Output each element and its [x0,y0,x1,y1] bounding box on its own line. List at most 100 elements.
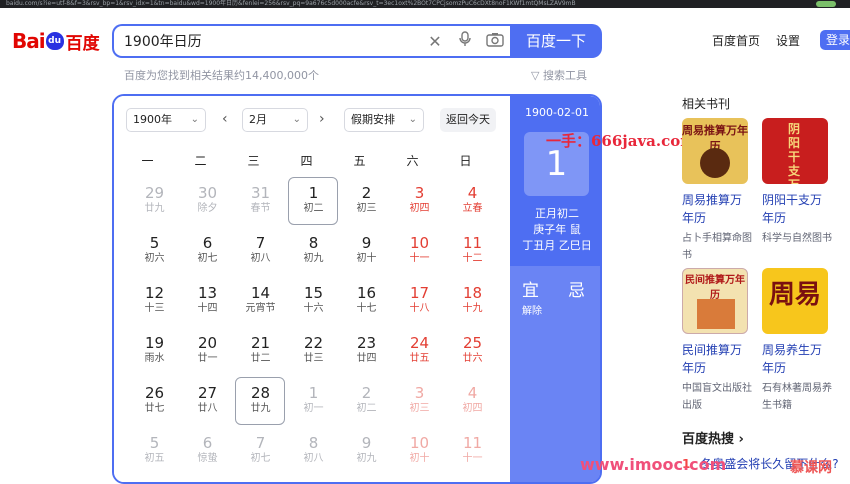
day-number: 27 [197,384,218,402]
book-name[interactable]: 周易养生万年历 [762,341,832,377]
next-month-icon[interactable]: › [319,111,325,127]
calendar-day-cell[interactable]: 7 初八 [234,226,287,276]
book-card[interactable]: 周易推算万年历 周易推算万年历 占卜手相算命图书 [682,118,754,264]
lunar-day: 立春 [462,203,483,214]
day-number: 3 [414,184,425,202]
book-cover[interactable]: 周易推算万年历 [682,118,748,184]
calendar-day-cell[interactable]: 2 初三 [340,176,393,226]
calendar-day-cell[interactable]: 4 初四 [446,376,499,426]
calendar-day-cell[interactable]: 11 十二 [446,226,499,276]
calendar-day-cell[interactable]: 9 初十 [340,226,393,276]
calendar-day-cell[interactable]: 27 廿八 [181,376,234,426]
lunar-day: 廿九 [144,203,165,214]
day-number: 2 [361,384,372,402]
browser-address-bar[interactable]: baidu.com/s?ie=utf-8&f=3&rsv_bp=1&rsv_id… [0,0,850,8]
weekday: 三 [247,154,260,168]
lunar-day: 初九 [356,453,377,464]
search-input[interactable]: 1900年日历 [124,31,420,51]
chevron-down-icon: ⌄ [292,114,301,125]
calendar-day-cell[interactable]: 6 惊蛰 [181,426,234,476]
calendar-day-cell[interactable]: 1 初一 [287,376,340,426]
calendar-day-cell[interactable]: 30 除夕 [181,176,234,226]
calendar-day-cell[interactable]: 14 元宵节 [234,276,287,326]
book-cover-art [700,148,730,178]
login-button[interactable]: 登录 [820,30,850,50]
holiday-select[interactable]: 假期安排 ⌄ [344,108,424,132]
calendar-day-cell[interactable]: 29 廿九 [128,176,181,226]
filter-icon: ▽ [531,69,543,82]
book-name[interactable]: 民间推算万年历 [682,341,752,377]
paw-icon: du [45,32,64,50]
day-number: 18 [462,284,483,302]
calendar-day-cell[interactable]: 2 初二 [340,376,393,426]
calendar-day-cell[interactable]: 16 十七 [340,276,393,326]
calendar-day-cell[interactable]: 18 十九 [446,276,499,326]
settings-link[interactable]: 设置 [776,32,800,49]
camera-icon[interactable] [480,32,510,51]
lunar-line: 庚子年 鼠 [533,223,581,236]
baidu-logo[interactable]: Bai du 百度 [12,26,100,56]
weekday: 日 [459,154,472,168]
baidu-home-link[interactable]: 百度首页 [712,32,760,49]
calendar-day-cell[interactable]: 24 廿五 [393,326,446,376]
calendar-day-cell[interactable]: 23 廿四 [340,326,393,376]
calendar-day-cell[interactable]: 10 十一 [393,226,446,276]
weekday: 二 [194,154,207,168]
lunar-day: 初七 [197,253,218,264]
hot-search-title[interactable]: 百度热搜 › [682,428,744,447]
clear-icon[interactable]: ✕ [420,32,450,51]
year-select[interactable]: 1900年 ⌄ [126,108,206,132]
calendar-day-cell[interactable]: 25 廿六 [446,326,499,376]
weekday-header: 一 二 三 四 五 六 日 [114,152,510,169]
calendar-day-cell[interactable]: 3 初四 [393,176,446,226]
month-select[interactable]: 2月 ⌄ [242,108,308,132]
book-cover[interactable]: 周易 [762,268,828,334]
calendar-day-cell[interactable]: 12 十三 [128,276,181,326]
calendar-day-cell[interactable]: 8 初九 [287,226,340,276]
calendar-day-cell[interactable]: 22 廿三 [287,326,340,376]
calendar-day-cell[interactable]: 5 初六 [128,226,181,276]
lunar-day: 初四 [409,203,430,214]
calendar-day-cell[interactable]: 13 十四 [181,276,234,326]
book-card[interactable]: 民间推算万年历 民间推算万年历 中国盲文出版社出版 [682,268,754,414]
calendar-day-cell[interactable]: 15 十六 [287,276,340,326]
calendar-day-cell[interactable]: 19 雨水 [128,326,181,376]
calendar-day-cell[interactable]: 11 十一 [446,426,499,476]
calendar-day-cell[interactable]: 4 立春 [446,176,499,226]
calendar-day-cell[interactable]: 6 初七 [181,226,234,276]
book-cover[interactable]: 阴阳干支万 [762,118,828,184]
watermark-text: www.imooc.com [580,455,727,474]
book-card[interactable]: 周易 周易养生万年历 石有林著周易养生书籍 [762,268,834,414]
calendar-day-cell[interactable]: 20 廿一 [181,326,234,376]
calendar-day-cell[interactable]: 21 廿二 [234,326,287,376]
calendar-day-cell[interactable]: 10 初十 [393,426,446,476]
calendar-day-cell[interactable]: 3 初三 [393,376,446,426]
calendar-day-cell[interactable]: 17 十八 [393,276,446,326]
yi-items: 解除 [522,306,542,317]
lunar-day: 初九 [303,253,324,264]
microphone-icon[interactable] [450,31,480,51]
related-books-title: 相关书刊 [682,97,731,111]
lunar-day: 初十 [356,253,377,264]
calendar-day-cell[interactable]: 7 初七 [234,426,287,476]
lunar-day: 初二 [303,203,324,214]
calendar-day-cell[interactable]: 26 廿七 [128,376,181,426]
calendar-day-cell[interactable]: 9 初九 [340,426,393,476]
calendar-day-cell[interactable]: 5 初五 [128,426,181,476]
lunar-day: 十七 [356,303,377,314]
prev-month-icon[interactable]: ‹ [222,111,228,127]
search-button[interactable]: 百度一下 [510,24,602,58]
calendar-day-cell[interactable]: 1 初二 [287,176,340,226]
lunar-day: 廿五 [409,353,430,364]
book-name[interactable]: 周易推算万年历 [682,191,752,227]
back-to-today-button[interactable]: 返回今天 [440,108,496,132]
search-box[interactable]: 1900年日历 ✕ [112,24,510,58]
calendar-day-cell[interactable]: 28 廿九 [234,376,287,426]
calendar-day-cell[interactable]: 8 初八 [287,426,340,476]
book-name[interactable]: 阴阳干支万年历 [762,191,832,227]
calendar-day-cell[interactable]: 31 春节 [234,176,287,226]
book-card[interactable]: 阴阳干支万 阴阳干支万年历 科学与自然图书 [762,118,834,247]
update-badge[interactable] [816,1,836,7]
search-tools-button[interactable]: ▽ 搜索工具 [531,67,587,83]
book-cover[interactable]: 民间推算万年历 [682,268,748,334]
